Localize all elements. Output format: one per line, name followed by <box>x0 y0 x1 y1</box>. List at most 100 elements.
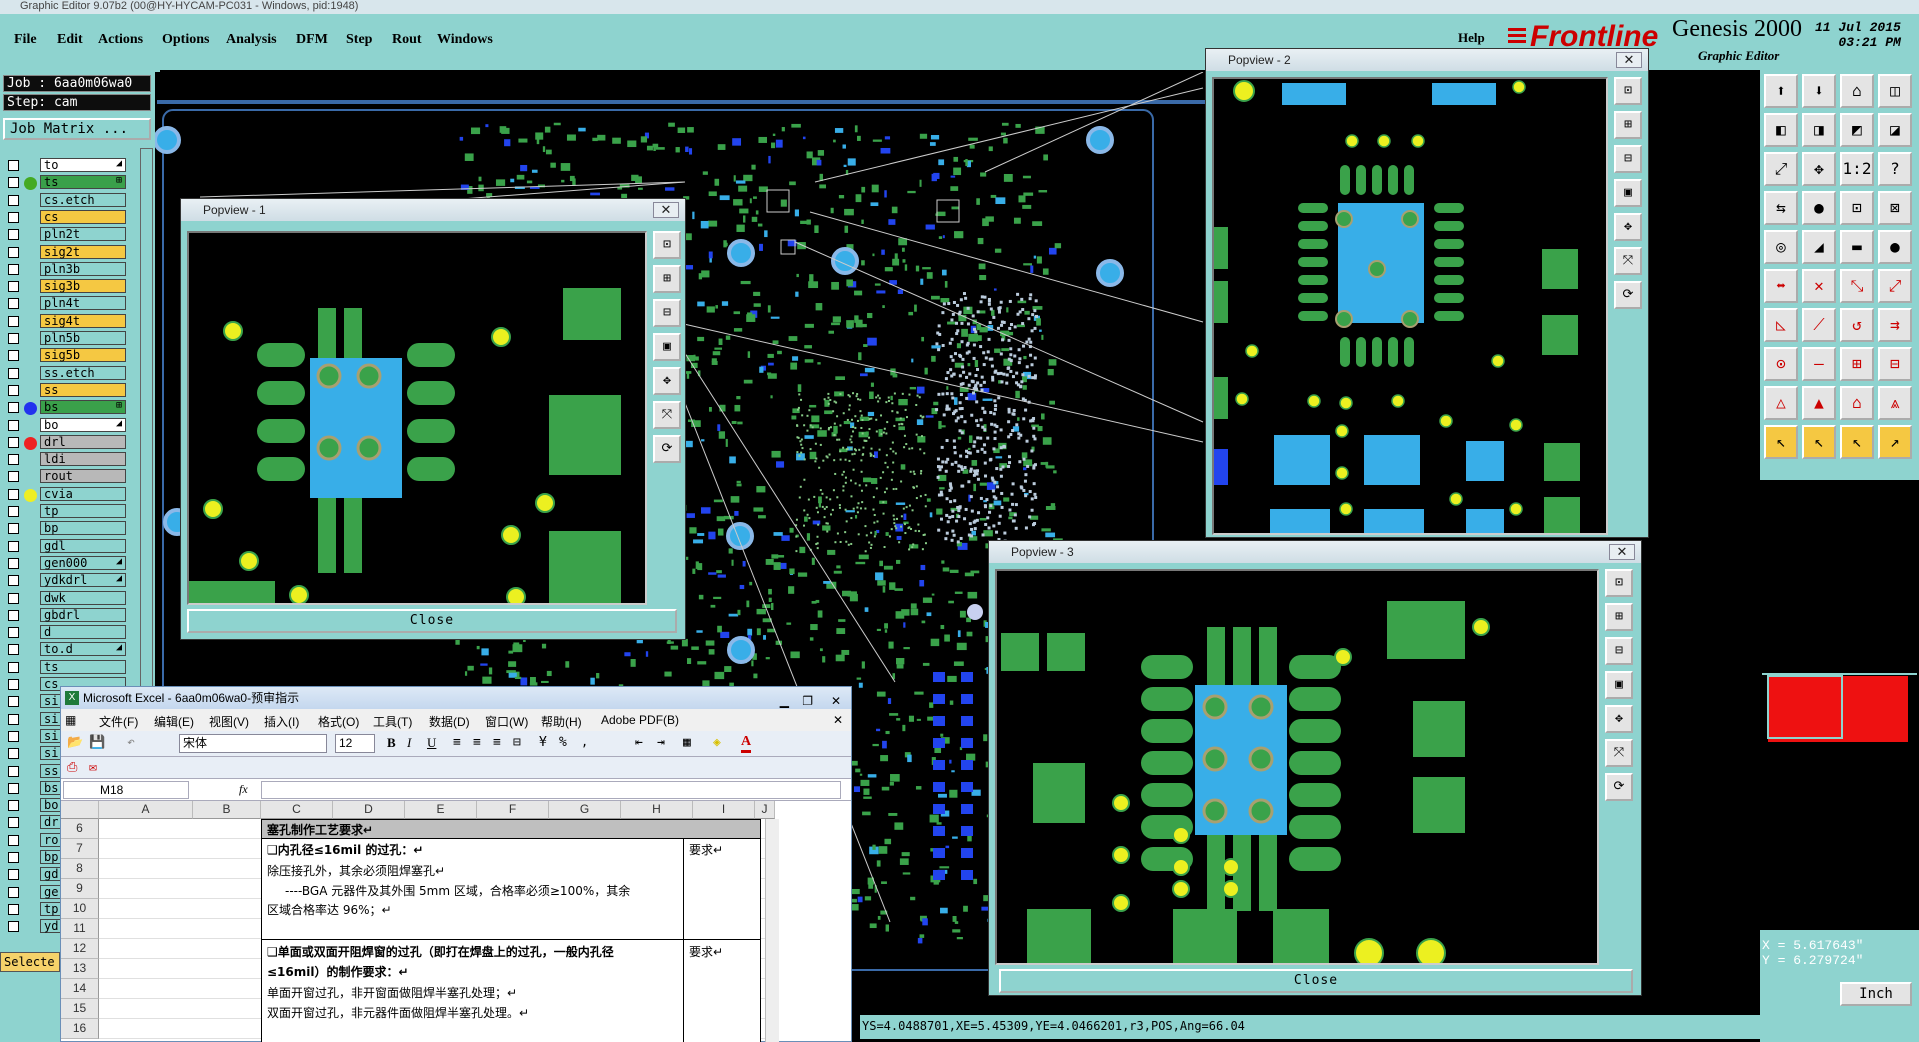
expand-icon[interactable]: ⤢ <box>1764 152 1798 186</box>
layer-row[interactable]: sig3b <box>4 279 126 294</box>
layer-name[interactable]: cs <box>40 209 126 224</box>
layer-checkbox[interactable] <box>8 229 19 241</box>
layer-row[interactable]: d <box>4 625 126 640</box>
layer-checkbox[interactable] <box>8 886 19 898</box>
layer-row[interactable]: cvia <box>4 486 126 502</box>
layer-color-dot[interactable] <box>24 212 37 225</box>
zoom-out-icon[interactable]: ⊟ <box>653 299 681 327</box>
layer-checkbox[interactable] <box>8 246 19 258</box>
layer-color-dot[interactable] <box>24 748 37 761</box>
bold-icon[interactable]: B <box>387 735 396 751</box>
help-icon[interactable]: ? <box>1878 152 1912 186</box>
menu-analysis[interactable]: Analysis <box>226 32 277 48</box>
select-all-corner[interactable] <box>61 801 99 819</box>
triangle-fill-icon[interactable]: ▲ <box>1802 386 1836 420</box>
font-size-select[interactable]: 12 <box>335 734 375 753</box>
fit-icon[interactable]: ⤧ <box>1605 739 1633 767</box>
row-header[interactable]: 10 <box>61 899 99 919</box>
layer-color-dot[interactable] <box>24 731 37 744</box>
layer-checkbox[interactable] <box>8 160 19 171</box>
excel-scrollbar[interactable] <box>765 819 779 1042</box>
menu-step[interactable]: Step <box>346 32 372 48</box>
layer-checkbox[interactable] <box>8 211 19 223</box>
menu-edit[interactable]: Edit <box>57 32 83 48</box>
excel-menu-adobe-pdf[interactable]: Adobe PDF(B) <box>601 713 679 727</box>
polygon-icon[interactable]: ⌂ <box>1840 386 1874 420</box>
layer-color-dot[interactable] <box>24 195 37 208</box>
pad-icon[interactable]: ● <box>1802 191 1836 225</box>
requirement-text[interactable]: 双面开窗过孔，非元器件面做阻焊半塞孔处理。↵ <box>267 1004 529 1021</box>
column-header[interactable]: H <box>621 801 693 819</box>
save-icon[interactable]: 💾 <box>89 735 105 750</box>
layer-color-dot[interactable] <box>24 436 37 450</box>
layer-row[interactable]: tp <box>4 504 126 519</box>
layer-row[interactable]: sig5b <box>4 348 126 363</box>
layer-row[interactable]: gen000 ◢ <box>4 555 126 571</box>
select-box-icon[interactable]: ⊡ <box>1840 191 1874 225</box>
open-icon[interactable]: 📂 <box>67 735 83 750</box>
requirement-heading-2-cont[interactable]: ≤16mil）的制作要求：↵ <box>267 963 409 980</box>
menu-dfm[interactable]: DFM <box>296 32 328 48</box>
layer-color-dot[interactable] <box>24 593 37 606</box>
dot-icon[interactable]: ● <box>1878 230 1912 264</box>
layer-color-dot[interactable] <box>24 229 37 242</box>
layer-row[interactable]: to ◢ <box>4 158 126 173</box>
excel-menu-data[interactable]: 数据(D) <box>429 713 470 730</box>
layer-color-dot[interactable] <box>24 662 37 675</box>
layer-row[interactable]: pln5b <box>4 331 126 346</box>
layer-row[interactable]: pln4t <box>4 296 126 311</box>
layer-row[interactable]: ts <box>4 659 126 675</box>
layer-color-dot[interactable] <box>24 454 37 467</box>
layer-row[interactable]: bp <box>4 521 126 536</box>
zoom-home-icon[interactable]: ⊡ <box>653 231 681 259</box>
fx-icon[interactable]: fx <box>239 782 248 797</box>
row-header[interactable]: 12 <box>61 939 99 959</box>
requirement-text[interactable]: 单面开窗过孔，非开窗面做阻焊半塞孔处理；↵ <box>267 984 517 1001</box>
excel-menu-insert[interactable]: 插入(I) <box>264 713 299 730</box>
excel-menu-help[interactable]: 帮助(H) <box>541 713 582 730</box>
align-right-icon[interactable]: ≡ <box>493 735 501 750</box>
column-header[interactable]: F <box>477 801 549 819</box>
zoom-home-icon[interactable]: ⊡ <box>1614 77 1642 105</box>
layer-color-dot[interactable] <box>24 696 37 709</box>
layer-color-dot[interactable] <box>24 316 37 329</box>
popview-2-view[interactable] <box>1212 77 1608 535</box>
fill-color-icon[interactable]: ◈ <box>713 735 721 750</box>
column-header[interactable]: C <box>261 801 333 819</box>
select-cross-icon[interactable]: ⊠ <box>1878 191 1912 225</box>
layer-checkbox[interactable] <box>8 730 19 742</box>
row-header[interactable]: 14 <box>61 979 99 999</box>
arrow-icon[interactable]: ◢ <box>1802 230 1836 264</box>
zoom-area-icon[interactable]: ▣ <box>1605 671 1633 699</box>
layer-color-dot[interactable] <box>24 610 37 623</box>
layer-name[interactable]: ldi <box>40 452 126 467</box>
outdent-icon[interactable]: ⇥ <box>657 735 665 750</box>
layer-checkbox[interactable] <box>8 350 19 362</box>
refresh-icon[interactable]: ⟳ <box>653 435 681 463</box>
layer-checkbox[interactable] <box>8 748 19 760</box>
layer-row[interactable]: cs.etch <box>4 192 126 208</box>
frame-out-icon[interactable]: ⊟ <box>1878 347 1912 381</box>
requirement-text[interactable]: ----BGA 元器件及其外围 5mm 区域，合格率必须≥100%，其余 <box>285 882 630 899</box>
layer-color-dot[interactable] <box>24 800 37 813</box>
layer-checkbox[interactable] <box>8 627 19 639</box>
layer-checkbox[interactable] <box>8 557 19 569</box>
layer-color-dot[interactable] <box>24 575 37 588</box>
row-header[interactable]: 15 <box>61 999 99 1019</box>
close-icon[interactable]: ✕ <box>1609 544 1635 560</box>
right-icon[interactable]: ◨ <box>1802 113 1836 147</box>
zoom-area-icon[interactable]: ▣ <box>1614 179 1642 207</box>
layer-name[interactable]: ss <box>40 382 126 397</box>
layer-row[interactable]: ss.etch <box>4 365 126 381</box>
layer-color-dot[interactable] <box>24 402 37 416</box>
popview-3-view[interactable] <box>995 569 1599 965</box>
requirement-text[interactable]: 除压接孔外，其余必须阻焊塞孔↵ <box>267 862 445 879</box>
table-header-cell[interactable]: 塞孔制作工艺要求↵ <box>267 821 373 838</box>
peak-icon[interactable]: ⩓ <box>1878 386 1912 420</box>
menu-actions[interactable]: Actions <box>98 32 143 48</box>
undo-icon[interactable]: ↶ <box>127 735 135 750</box>
popview-1-close-button[interactable]: Close <box>187 609 677 633</box>
layer-name[interactable]: cvia <box>40 486 126 501</box>
pointer-red-icon[interactable]: ↖ <box>1802 425 1836 459</box>
layer-row[interactable]: ts ⊞ <box>4 175 126 191</box>
